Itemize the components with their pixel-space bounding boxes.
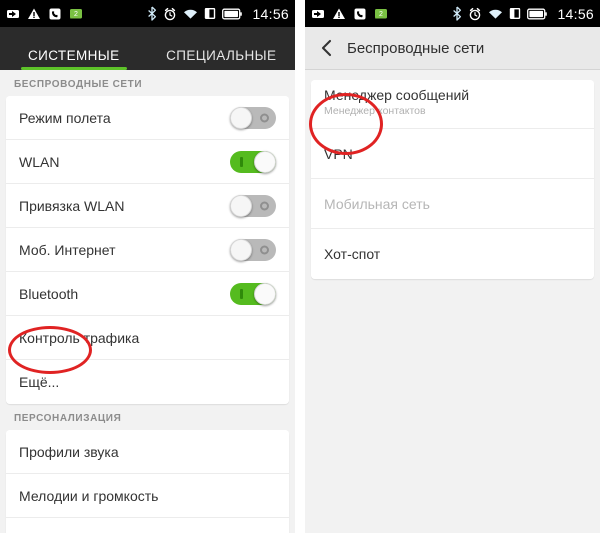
toggle-airplane-mode[interactable] — [230, 106, 276, 129]
list-item-more[interactable]: Ещё... — [6, 360, 289, 404]
list-item-hotspot[interactable]: Хот-спот — [311, 229, 594, 279]
list-item-airplane-mode[interactable]: Режим полета — [6, 96, 289, 140]
toggle-knob — [254, 282, 276, 305]
list-item-label: Моб. Интернет — [19, 241, 116, 258]
list-item-label: Bluetooth — [19, 285, 79, 302]
list-item-ringtones-volume[interactable]: Мелодии и громкость — [6, 474, 289, 518]
sim-card-icon — [510, 8, 521, 19]
list-item-wlan-tethering[interactable]: Привязка WLAN — [6, 184, 289, 228]
wifi-icon — [489, 9, 503, 19]
sim-card-icon — [205, 8, 216, 19]
toggle-bluetooth[interactable] — [230, 282, 276, 305]
settings-card-wireless-more: Менеджер сообщений Менеджер контактов VP… — [311, 80, 594, 279]
list-item-label: Режим полета — [19, 109, 111, 126]
list-item-label: WLAN — [19, 153, 60, 170]
toggle-wlan-tethering[interactable] — [230, 194, 276, 217]
list-item-traffic-control[interactable]: Контроль трафика — [6, 316, 289, 360]
toggle-wlan[interactable] — [230, 150, 276, 173]
missed-call-icon — [354, 8, 366, 19]
toggle-on-glyph — [240, 288, 243, 299]
tab-special[interactable]: СПЕЦИАЛЬНЫЕ — [148, 48, 296, 70]
list-item-label: Мобильная сеть — [324, 195, 430, 212]
toggle-off-glyph — [260, 245, 269, 254]
status-clock: 14:56 — [252, 5, 289, 22]
status-bar-left: 2 14:56 — [0, 0, 295, 27]
tab-special-label: СПЕЦИАЛЬНЫЕ — [166, 48, 277, 63]
toggle-on-glyph — [240, 156, 243, 167]
bluetooth-icon — [148, 6, 157, 21]
list-item-label: Мелодии и громкость — [19, 487, 159, 504]
toggle-knob — [230, 194, 252, 217]
tab-system-label: СИСТЕМНЫЕ — [27, 48, 120, 63]
list-item-label: Привязка WLAN — [19, 197, 125, 214]
bluetooth-icon — [453, 6, 462, 21]
list-item-label: Менеджер сообщений — [324, 87, 470, 103]
settings-content-right: Менеджер сообщений Менеджер контактов VP… — [305, 70, 600, 533]
missed-call-icon — [49, 8, 61, 19]
status-clock: 14:56 — [557, 5, 594, 22]
page-title: Беспроводные сети — [347, 39, 485, 57]
dual-screenshot-container: 2 14:56 СИСТЕМНЫЕ СПЕЦИАЛЬНЫЕ БЕСПРОВОДН… — [0, 0, 600, 533]
sms-message-icon: 2 — [70, 8, 82, 18]
settings-card-wireless: Режим полета WLAN Привязка WLAN Моб. Инт… — [6, 96, 289, 404]
screen-separator — [295, 0, 305, 533]
list-item-text: Менеджер сообщений Менеджер контактов — [324, 87, 469, 117]
download-icon — [7, 9, 19, 18]
back-chevron-icon[interactable] — [317, 38, 337, 58]
list-item-label: Профили звука — [19, 443, 119, 460]
toggle-off-glyph — [260, 113, 269, 122]
download-icon — [312, 9, 324, 18]
alarm-clock-icon — [470, 7, 481, 20]
svg-text:2: 2 — [74, 11, 78, 18]
wifi-icon — [184, 9, 198, 19]
battery-icon — [527, 8, 548, 19]
list-item-wlan[interactable]: WLAN — [6, 140, 289, 184]
list-item-sound-profiles[interactable]: Профили звука — [6, 430, 289, 474]
svg-text:2: 2 — [379, 11, 383, 18]
status-icons-left: 2 — [6, 7, 147, 21]
toggle-mobile-internet[interactable] — [230, 238, 276, 261]
list-item-mobile-network[interactable]: Мобильная сеть — [311, 179, 594, 229]
list-item-label: Хот-спот — [324, 246, 381, 262]
list-item-calls[interactable]: Вызовы — [6, 518, 289, 533]
status-bar-right: 2 14:56 — [305, 0, 600, 27]
status-icons-right: 14:56 — [147, 6, 289, 22]
toggle-knob — [254, 150, 276, 173]
list-item-label: Ещё... — [19, 374, 60, 390]
list-item-bluetooth[interactable]: Bluetooth — [6, 272, 289, 316]
warning-triangle-icon — [28, 8, 40, 19]
settings-card-personalization: Профили звука Мелодии и громкость Вызовы — [6, 430, 289, 533]
status-icons-left: 2 — [311, 7, 452, 21]
warning-triangle-icon — [333, 8, 345, 19]
list-item-subtitle: Менеджер контактов — [324, 105, 426, 117]
action-bar: Беспроводные сети — [305, 27, 600, 70]
list-item-mobile-internet[interactable]: Моб. Интернет — [6, 228, 289, 272]
right-phone-screen: 2 14:56 Беспроводные сети Менеджер сообщ… — [305, 0, 600, 533]
tab-system[interactable]: СИСТЕМНЫЕ — [0, 48, 148, 70]
list-item-vpn[interactable]: VPN — [311, 129, 594, 179]
battery-icon — [222, 8, 243, 19]
section-header-personalization: ПЕРСОНАЛИЗАЦИЯ — [14, 413, 122, 424]
toggle-knob — [230, 238, 252, 261]
settings-content-left: БЕСПРОВОДНЫЕ СЕТИ Режим полета WLAN Прив… — [0, 70, 295, 533]
alarm-clock-icon — [165, 7, 176, 20]
section-header-wireless: БЕСПРОВОДНЫЕ СЕТИ — [14, 79, 143, 90]
toggle-off-glyph — [260, 201, 269, 210]
list-item-label: VPN — [324, 145, 353, 162]
list-item-message-manager[interactable]: Менеджер сообщений Менеджер контактов — [311, 80, 594, 129]
tab-bar: СИСТЕМНЫЕ СПЕЦИАЛЬНЫЕ — [0, 27, 295, 70]
toggle-knob — [230, 106, 252, 129]
status-icons-right: 14:56 — [452, 6, 594, 22]
left-phone-screen: 2 14:56 СИСТЕМНЫЕ СПЕЦИАЛЬНЫЕ БЕСПРОВОДН… — [0, 0, 295, 533]
list-item-label: Контроль трафика — [19, 329, 140, 346]
sms-message-icon: 2 — [375, 8, 387, 18]
